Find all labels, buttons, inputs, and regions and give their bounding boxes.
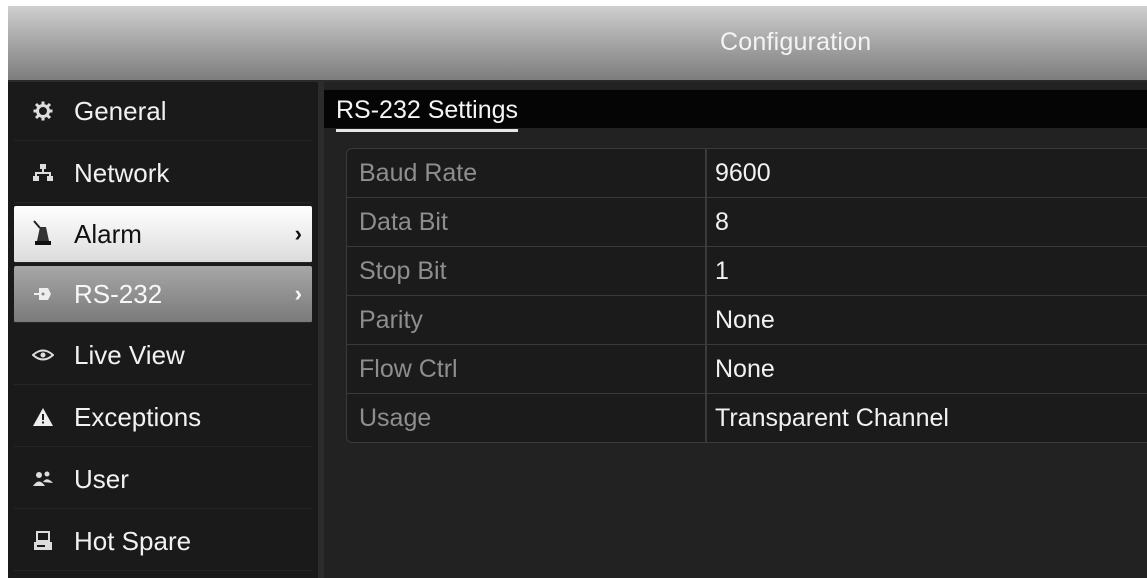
sidebar-item-user[interactable]: User	[14, 450, 312, 509]
sidebar-item-label: Network	[74, 157, 170, 188]
stop-bit-field[interactable]: 1	[707, 247, 1147, 295]
setting-row-flow-ctrl: Flow Ctrl None	[347, 345, 1147, 394]
usage-field[interactable]: Transparent Channel	[707, 394, 1147, 442]
sidebar-item-alarm[interactable]: Alarm ›	[14, 206, 312, 263]
setting-label: Stop Bit	[347, 247, 707, 295]
warning-icon	[32, 408, 54, 426]
settings-panel: RS-232 Settings Baud Rate 9600 Data Bit …	[324, 82, 1147, 578]
section-title: RS-232 Settings	[336, 96, 519, 132]
baud-rate-field[interactable]: 9600	[707, 149, 1147, 197]
sidebar-item-live-view[interactable]: Live View	[14, 326, 312, 385]
setting-label: Baud Rate	[347, 149, 707, 197]
setting-row-stop-bit: Stop Bit 1	[347, 247, 1147, 296]
data-bit-field[interactable]: 8	[707, 198, 1147, 246]
title-bar: Configuration	[8, 6, 1147, 82]
sidebar-item-rs232[interactable]: RS-232 ›	[14, 266, 312, 323]
setting-row-baud-rate: Baud Rate 9600	[347, 149, 1147, 198]
dvr-config-window: Configuration General Network Alarm › RS…	[8, 6, 1147, 578]
network-icon	[32, 164, 54, 182]
window-title: Configuration	[720, 28, 872, 56]
setting-label: Data Bit	[347, 198, 707, 246]
sidebar: General Network Alarm › RS-232 › Live Vi…	[8, 82, 324, 578]
setting-label: Usage	[347, 394, 707, 442]
hot-spare-icon	[32, 531, 54, 551]
sidebar-item-label: General	[74, 95, 167, 126]
sidebar-item-label: Exceptions	[74, 401, 202, 432]
sidebar-item-hot-spare[interactable]: Hot Spare	[14, 512, 312, 571]
setting-row-parity: Parity None	[347, 296, 1147, 345]
sidebar-item-label: RS-232	[74, 278, 163, 309]
alarm-siren-icon	[32, 219, 54, 249]
sidebar-item-network[interactable]: Network	[14, 144, 312, 203]
flow-ctrl-field[interactable]: None	[707, 345, 1147, 393]
sidebar-item-label: Alarm	[74, 218, 142, 249]
eye-icon	[32, 349, 54, 361]
sidebar-item-label: Live View	[74, 339, 185, 370]
setting-label: Flow Ctrl	[347, 345, 707, 393]
setting-row-usage: Usage Transparent Channel	[347, 394, 1147, 442]
sidebar-item-general[interactable]: General	[14, 82, 312, 141]
rs232-plug-icon	[32, 286, 54, 302]
sidebar-item-label: User	[74, 463, 129, 494]
gear-icon	[32, 101, 54, 121]
setting-row-data-bit: Data Bit 8	[347, 198, 1147, 247]
sidebar-item-exceptions[interactable]: Exceptions	[14, 388, 312, 447]
setting-label: Parity	[347, 296, 707, 344]
sidebar-item-label: Hot Spare	[74, 525, 192, 556]
users-icon	[32, 470, 54, 488]
chevron-right-icon: ›	[294, 221, 302, 246]
settings-table: Baud Rate 9600 Data Bit 8 Stop Bit 1 Par…	[346, 148, 1147, 443]
chevron-right-icon: ›	[294, 281, 302, 306]
section-header: RS-232 Settings	[324, 90, 1147, 132]
parity-field[interactable]: None	[707, 296, 1147, 344]
